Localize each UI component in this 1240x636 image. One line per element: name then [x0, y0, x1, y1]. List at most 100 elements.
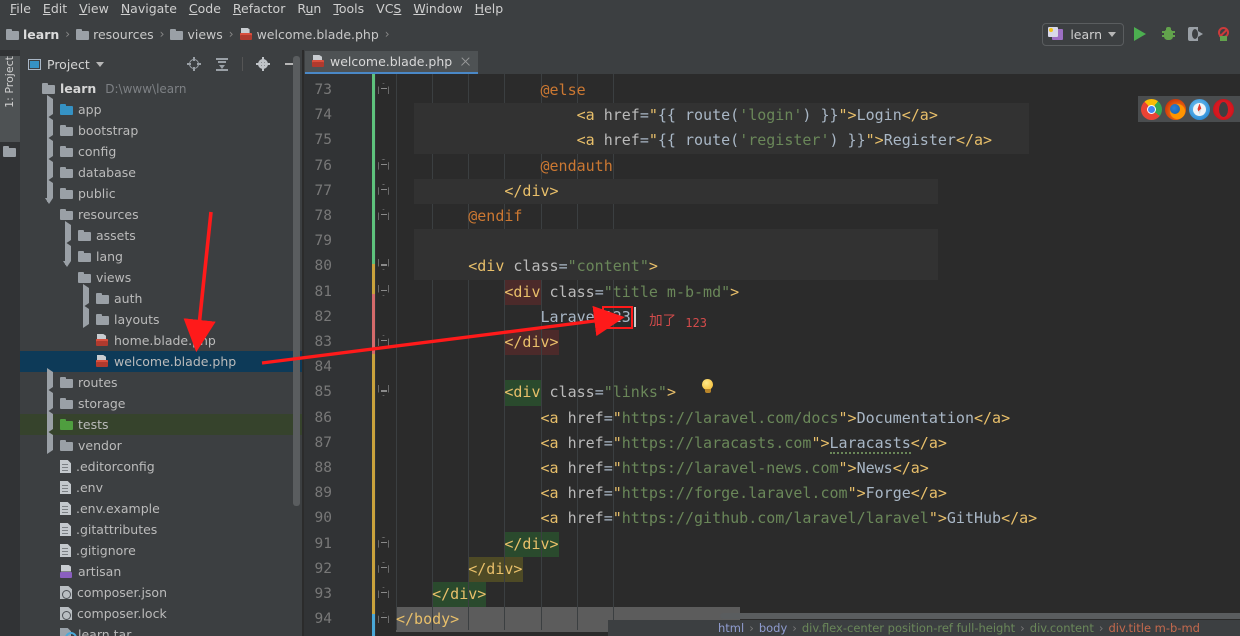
menu-item-file[interactable]: File	[4, 0, 37, 18]
code-fold-marker[interactable]	[378, 257, 389, 268]
tree-item-public[interactable]: public	[20, 179, 302, 204]
nav-crumb-resources[interactable]: resources	[76, 27, 154, 42]
code-text-area[interactable]: @else <a href="{{ route('login') }}">Log…	[396, 74, 1240, 636]
menu-item-window[interactable]: Window	[407, 0, 468, 18]
tree-item--env-example[interactable]: .env.example	[20, 498, 302, 519]
tree-item-storage[interactable]: storage	[20, 389, 302, 414]
stop-button[interactable]	[1212, 22, 1236, 46]
tree-item-bootstrap[interactable]: bootstrap	[20, 116, 302, 141]
tree-item-app[interactable]: app	[20, 95, 302, 120]
menu-item-refactor[interactable]: Refactor	[227, 0, 291, 18]
code-line-91[interactable]: </div>	[396, 532, 558, 557]
code-line-88[interactable]: <a href="https://laravel-news.com">News<…	[396, 456, 929, 481]
structure-crumb-flex-center[interactable]: div.flex-center position-ref full-height	[802, 621, 1015, 635]
chrome-icon[interactable]	[1141, 98, 1162, 120]
code-line-75[interactable]: <a href="{{ route('register') }}">Regist…	[396, 128, 992, 153]
tree-item-routes[interactable]: routes	[20, 368, 302, 393]
tree-item-auth[interactable]: auth	[20, 284, 302, 309]
tree-item-learn[interactable]: learn D:\www\learn	[20, 78, 302, 99]
safari-icon[interactable]	[1189, 98, 1210, 120]
code-line-76[interactable]: @endauth	[396, 154, 613, 179]
code-line-85[interactable]: <div class="links">	[396, 380, 676, 405]
collapse-arrow-icon[interactable]	[62, 261, 74, 288]
code-line-81[interactable]: <div class="title m-b-md">	[396, 280, 739, 305]
code-fold-marker[interactable]	[378, 207, 389, 220]
close-icon[interactable]	[460, 56, 471, 67]
tree-item--gitignore[interactable]: .gitignore	[20, 540, 302, 561]
code-fold-marker[interactable]	[378, 283, 389, 294]
menu-item-vcs[interactable]: VCS	[370, 0, 407, 18]
code-fold-marker[interactable]	[378, 333, 389, 346]
tree-item-layouts[interactable]: layouts	[20, 305, 302, 330]
code-line-82[interactable]: Laravel123	[396, 305, 631, 330]
editor-horizontal-scrollbar[interactable]	[720, 613, 1240, 619]
menu-item-help[interactable]: Help	[469, 0, 510, 18]
menu-item-view[interactable]: View	[73, 0, 115, 18]
nav-crumb-views[interactable]: views	[170, 27, 223, 42]
scroll-to-source-button[interactable]	[183, 53, 205, 75]
tree-item-views[interactable]: views	[20, 261, 302, 288]
code-fold-marker[interactable]	[378, 585, 389, 598]
code-line-78[interactable]: @endif	[396, 204, 522, 229]
menu-item-run[interactable]: Run	[291, 0, 327, 18]
menu-item-edit[interactable]: Edit	[37, 0, 73, 18]
editor-gutter[interactable]: 73 74 75 76 77 78 79 80 81 82 83 84 85 86 87 88 89 90 91 92…	[304, 74, 376, 636]
code-fold-marker[interactable]	[378, 535, 389, 548]
tree-item-home-blade-php[interactable]: home.blade.php	[20, 330, 302, 351]
menu-item-code[interactable]: Code	[183, 0, 227, 18]
code-fold-marker[interactable]	[378, 81, 389, 94]
debug-button[interactable]	[1156, 22, 1180, 46]
tree-item-resources[interactable]: resources	[20, 198, 302, 225]
code-fold-marker[interactable]	[378, 560, 389, 573]
structure-crumb-title[interactable]: div.title m-b-md	[1108, 621, 1200, 635]
project-file-tree[interactable]: learn D:\www\learn app bootstrap config datab…	[20, 78, 302, 636]
tree-item-tests[interactable]: tests	[20, 410, 302, 435]
code-line-94[interactable]: </body>	[396, 607, 459, 632]
tree-item--gitattributes[interactable]: .gitattributes	[20, 519, 302, 540]
editor-tab-welcome-blade-php[interactable]: welcome.blade.php	[305, 51, 479, 74]
menu-item-tools[interactable]: Tools	[327, 0, 370, 18]
expand-arrow-icon[interactable]	[80, 305, 92, 330]
code-line-92[interactable]: </div>	[396, 557, 522, 582]
firefox-icon[interactable]	[1165, 98, 1186, 120]
tree-item-composer-lock[interactable]: composer.lock	[20, 603, 302, 624]
structure-crumb-body[interactable]: body	[759, 621, 787, 635]
tree-item-welcome-blade-php[interactable]: welcome.blade.php	[20, 351, 302, 372]
code-editor[interactable]: 73 74 75 76 77 78 79 80 81 82 83 84 85 86 87 88 89 90 91 92…	[304, 74, 1240, 636]
tree-item-assets[interactable]: assets	[20, 221, 302, 246]
collapse-arrow-icon[interactable]	[44, 198, 56, 225]
collapse-arrow-icon[interactable]	[26, 78, 38, 99]
code-fold-marker[interactable]	[378, 182, 389, 195]
code-line-83[interactable]: </div>	[396, 330, 558, 355]
code-line-93[interactable]: </div>	[396, 582, 486, 607]
code-line-90[interactable]: <a href="https://github.com/laravel/lara…	[396, 506, 1038, 531]
tree-item--env[interactable]: .env	[20, 477, 302, 498]
run-with-coverage-button[interactable]	[1184, 22, 1208, 46]
collapse-all-button[interactable]	[211, 53, 233, 75]
run-button[interactable]	[1128, 22, 1152, 46]
tree-item-artisan[interactable]: artisan	[20, 561, 302, 582]
tree-item-learn-tar[interactable]: learn.tar	[20, 624, 302, 636]
expand-arrow-icon[interactable]	[44, 431, 56, 456]
code-fold-marker[interactable]	[378, 383, 389, 394]
tree-item-composer-json[interactable]: composer.json	[20, 582, 302, 603]
menu-item-navigate[interactable]: Navigate	[115, 0, 183, 18]
tree-item-vendor[interactable]: vendor	[20, 431, 302, 456]
tree-item--editorconfig[interactable]: .editorconfig	[20, 456, 302, 477]
intention-bulb-icon[interactable]	[701, 379, 715, 395]
structure-crumb-content[interactable]: div.content	[1030, 621, 1094, 635]
code-line-77[interactable]: </div>	[396, 179, 558, 204]
code-line-80[interactable]: <div class="content">	[396, 254, 658, 279]
tree-item-config[interactable]: config	[20, 137, 302, 162]
code-line-79[interactable]	[396, 229, 405, 254]
chevron-down-icon[interactable]	[95, 61, 104, 67]
tool-window-tab-project[interactable]: 1: Project	[0, 56, 20, 142]
settings-button[interactable]	[252, 53, 274, 75]
opera-icon[interactable]	[1213, 98, 1234, 120]
run-configuration-selector[interactable]: learn	[1042, 22, 1124, 46]
project-tree-scrollbar[interactable]	[293, 56, 300, 506]
code-line-86[interactable]: <a href="https://laravel.com/docs">Docum…	[396, 406, 1011, 431]
code-fold-marker[interactable]	[378, 157, 389, 170]
code-line-73[interactable]: @else	[396, 78, 586, 103]
code-line-84[interactable]	[396, 355, 405, 380]
